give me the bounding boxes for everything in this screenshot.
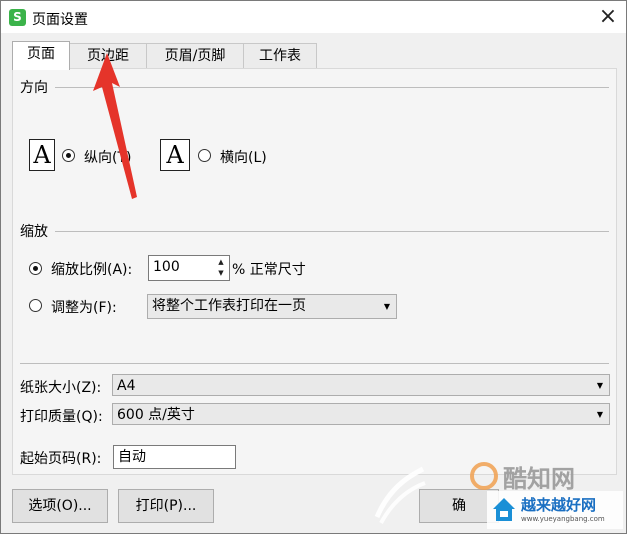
orientation-section-label: 方向 <box>20 80 48 96</box>
tab-margins[interactable]: 页边距 <box>69 43 147 68</box>
tab-header-footer[interactable]: 页眉/页脚 <box>146 43 244 68</box>
app-icon: S <box>9 9 26 26</box>
divider <box>20 363 609 364</box>
paper-size-dropdown[interactable]: A4 ▼ <box>112 374 610 396</box>
scale-ratio-label: 缩放比例(A): <box>51 262 133 278</box>
fit-to-radio[interactable] <box>29 299 42 312</box>
first-page-number-input[interactable]: 自动 <box>113 445 236 469</box>
stepper-up-icon[interactable]: ▲ <box>214 257 228 267</box>
landscape-radio[interactable] <box>198 149 211 162</box>
scale-ratio-radio[interactable] <box>29 262 42 275</box>
first-page-number-label: 起始页码(R): <box>20 451 102 467</box>
chevron-down-icon: ▼ <box>383 302 390 311</box>
portrait-label: 纵向(T) <box>84 150 132 166</box>
scale-ratio-input[interactable] <box>149 256 211 278</box>
window-title: 页面设置 <box>32 12 88 28</box>
options-button[interactable]: 选项(O)... <box>12 489 108 523</box>
portrait-page-icon: A <box>29 139 55 171</box>
close-button[interactable]: × <box>595 4 621 30</box>
divider <box>55 87 609 88</box>
fit-to-label: 调整为(F): <box>51 300 117 316</box>
print-quality-value: 600 点/英寸 <box>117 407 195 423</box>
page-setup-dialog: S 页面设置 × 页面 页边距 页眉/页脚 工作表 方向 A 纵向(T) A 横… <box>0 0 627 534</box>
portrait-radio[interactable] <box>62 149 75 162</box>
scale-suffix-label: % 正常尺寸 <box>232 262 306 278</box>
print-quality-dropdown[interactable]: 600 点/英寸 ▼ <box>112 403 610 425</box>
divider <box>55 231 609 232</box>
tab-page[interactable]: 页面 <box>12 41 70 70</box>
stepper-down-icon[interactable]: ▼ <box>214 268 228 278</box>
paper-size-label: 纸张大小(Z): <box>20 380 102 396</box>
ok-button[interactable]: 确 <box>419 489 499 523</box>
fit-to-dropdown[interactable]: 将整个工作表打印在一页 ▼ <box>147 294 397 319</box>
fit-to-value: 将整个工作表打印在一页 <box>152 298 306 314</box>
scale-ratio-stepper[interactable]: ▲ ▼ <box>148 255 230 281</box>
paper-size-value: A4 <box>117 378 136 394</box>
landscape-page-icon: A <box>160 139 190 171</box>
chevron-down-icon: ▼ <box>596 381 603 390</box>
title-bar: S 页面设置 × <box>1 1 626 33</box>
scaling-section-label: 缩放 <box>20 224 48 240</box>
print-button[interactable]: 打印(P)... <box>118 489 214 523</box>
print-quality-label: 打印质量(Q): <box>20 409 103 425</box>
tab-sheet[interactable]: 工作表 <box>243 43 317 68</box>
landscape-label: 横向(L) <box>220 150 267 166</box>
chevron-down-icon: ▼ <box>596 410 603 419</box>
